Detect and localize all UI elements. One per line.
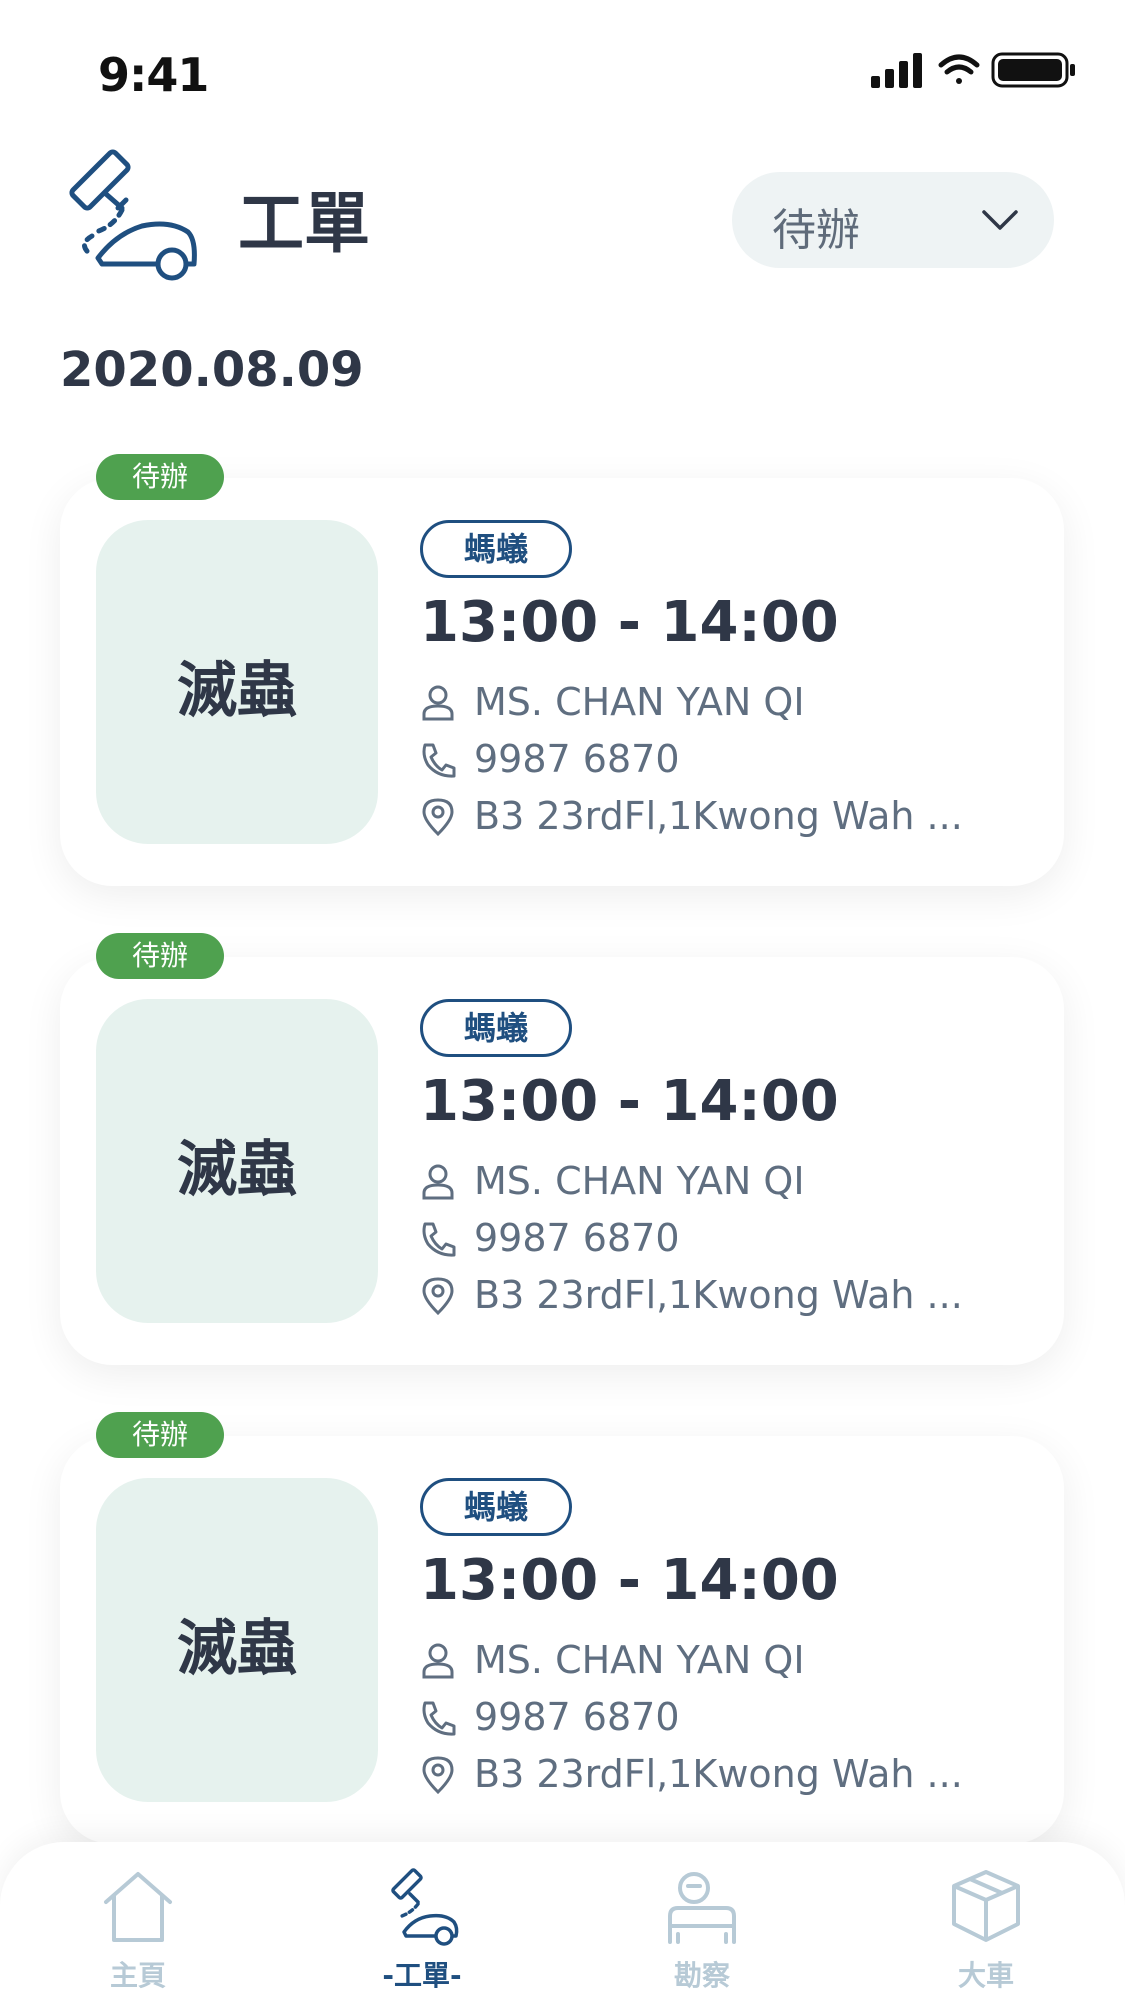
service-name: 滅蟲 bbox=[177, 1135, 297, 1205]
order-card[interactable]: 滅蟲 螞蟻 13:00 - 14:00 MS. CHAN YAN QI 9987… bbox=[60, 1436, 1064, 1844]
location-pin-icon bbox=[422, 1277, 454, 1315]
phone-icon bbox=[422, 1222, 456, 1257]
status-badge: 待辦 bbox=[96, 454, 224, 500]
order-card[interactable]: 滅蟲 螞蟻 13:00 - 14:00 MS. CHAN YAN QI 9987… bbox=[60, 478, 1064, 886]
nav-label-home: 主頁 bbox=[109, 1959, 166, 1992]
nav-label-survey: 勘察 bbox=[673, 1959, 730, 1992]
date-heading: 2020.08.09 bbox=[60, 342, 364, 398]
person-icon bbox=[422, 1164, 454, 1200]
pest-tag: 螞蟻 bbox=[420, 520, 572, 578]
work-order-icon bbox=[391, 1868, 459, 1946]
order-card[interactable]: 滅蟲 螞蟻 13:00 - 14:00 MS. CHAN YAN QI 9987… bbox=[60, 957, 1064, 1365]
service-tile: 滅蟲 bbox=[96, 1478, 378, 1802]
phone-icon bbox=[422, 743, 456, 778]
nav-item-survey[interactable]: 勘察 bbox=[622, 1866, 782, 1996]
status-bar: 9:41 bbox=[0, 0, 1125, 110]
battery-icon bbox=[991, 52, 1075, 88]
nav-item-truck[interactable]: 大車 bbox=[906, 1866, 1066, 1996]
service-tile: 滅蟲 bbox=[96, 999, 378, 1323]
time-range: 13:00 - 14:00 bbox=[420, 1069, 839, 1134]
service-tile: 滅蟲 bbox=[96, 520, 378, 844]
service-name: 滅蟲 bbox=[177, 656, 297, 726]
phone-number: 9987 6870 bbox=[474, 1216, 680, 1260]
survey-icon bbox=[668, 1872, 736, 1944]
status-filter-dropdown[interactable]: 待辦 bbox=[732, 172, 1054, 268]
contact-name: MS. CHAN YAN QI bbox=[474, 1159, 805, 1203]
pest-tag: 螞蟻 bbox=[420, 1478, 572, 1536]
nav-label-work-order: -工單- bbox=[382, 1959, 462, 1992]
filter-selected-value: 待辦 bbox=[772, 205, 860, 256]
person-icon bbox=[422, 1643, 454, 1679]
service-name: 滅蟲 bbox=[177, 1614, 297, 1684]
contact-name: MS. CHAN YAN QI bbox=[474, 1638, 805, 1682]
signal-icon bbox=[871, 53, 922, 88]
contact-name: MS. CHAN YAN QI bbox=[474, 680, 805, 724]
phone-icon bbox=[422, 1701, 456, 1736]
chevron-down-icon bbox=[982, 210, 1018, 230]
phone-number: 9987 6870 bbox=[474, 1695, 680, 1739]
page-title: 工單 bbox=[238, 185, 370, 262]
pest-tag: 螞蟻 bbox=[420, 999, 572, 1057]
box-icon bbox=[952, 1870, 1020, 1942]
bottom-nav: 主頁 -工單- 勘察 大車 bbox=[0, 1842, 1125, 2001]
address: B3 23rdFl,1Kwong Wah ... bbox=[474, 1752, 963, 1796]
status-icons bbox=[871, 52, 1075, 88]
time-range: 13:00 - 14:00 bbox=[420, 590, 839, 655]
address: B3 23rdFl,1Kwong Wah ... bbox=[474, 794, 963, 838]
work-order-logo-icon bbox=[69, 149, 197, 281]
status-badge: 待辦 bbox=[96, 933, 224, 979]
nav-item-home[interactable]: 主頁 bbox=[58, 1866, 218, 1996]
person-icon bbox=[422, 685, 454, 721]
location-pin-icon bbox=[422, 798, 454, 836]
nav-item-work-order[interactable]: -工單- bbox=[342, 1866, 502, 1996]
status-time: 9:41 bbox=[98, 48, 209, 102]
status-badge: 待辦 bbox=[96, 1412, 224, 1458]
address: B3 23rdFl,1Kwong Wah ... bbox=[474, 1273, 963, 1317]
time-range: 13:00 - 14:00 bbox=[420, 1548, 839, 1613]
home-icon bbox=[104, 1872, 172, 1942]
location-pin-icon bbox=[422, 1756, 454, 1794]
nav-label-truck: 大車 bbox=[957, 1959, 1014, 1992]
phone-number: 9987 6870 bbox=[474, 737, 680, 781]
wifi-icon bbox=[938, 54, 980, 84]
